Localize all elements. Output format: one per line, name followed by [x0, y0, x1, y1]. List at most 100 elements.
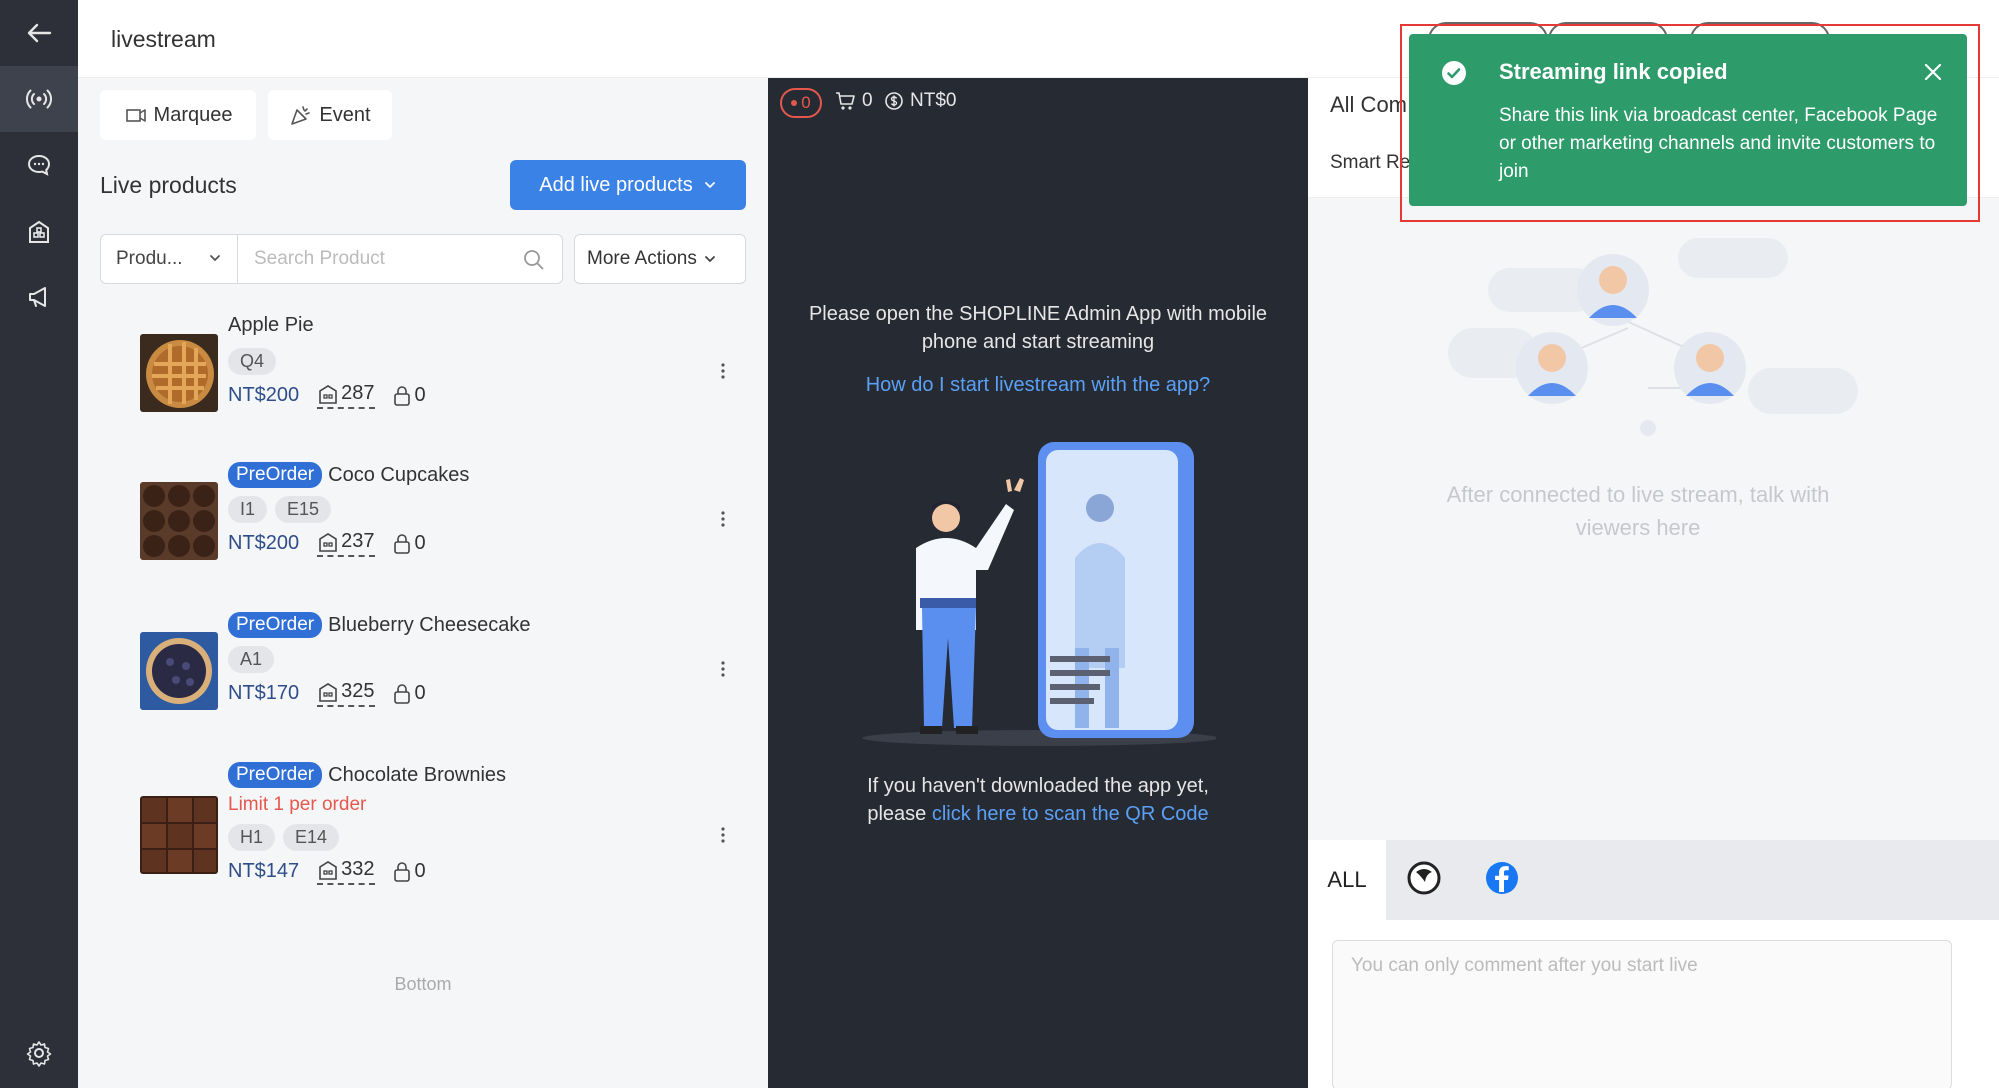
product-price: NT$200: [228, 532, 300, 554]
product-name: PreOrder Blueberry Cheesecake: [228, 612, 530, 638]
product-tags: A1: [228, 646, 275, 673]
dollar-circle-icon: [885, 92, 903, 110]
phone-streaming-illustration: [862, 442, 1216, 746]
download-hint-line2: please click here to scan the QR Code: [768, 800, 1308, 828]
product-stock[interactable]: 325: [317, 680, 375, 707]
scan-qr-link[interactable]: click here to scan the QR Code: [932, 803, 1209, 825]
product-price: NT$170: [228, 682, 300, 704]
lock-icon: [393, 861, 410, 882]
gear-icon: [26, 1041, 52, 1067]
event-label: Event: [319, 103, 371, 126]
cart-count: 0: [862, 90, 873, 111]
download-hint: If you haven't downloaded the app yet, p…: [768, 772, 1308, 828]
product-stock[interactable]: 237: [317, 530, 375, 557]
download-hint-prefix: please: [867, 803, 927, 825]
product-stats: NT$200 287 0: [228, 382, 426, 409]
stock-boxes-icon: [319, 860, 337, 880]
download-hint-text: If you haven't downloaded the app yet,: [867, 775, 1209, 797]
smart-reply-tab[interactable]: Smart Re: [1330, 152, 1410, 174]
rail-item-marketing[interactable]: [0, 264, 78, 330]
megaphone-icon: [29, 287, 46, 307]
product-stock[interactable]: 332: [317, 858, 375, 885]
live-products-panel: Marquee Event Live products Add live pro…: [78, 78, 768, 1088]
stream-instructions: Please open the SHOPLINE Admin App with …: [808, 303, 1268, 353]
product-tags: H1 E14: [228, 824, 340, 851]
add-live-products-label: Add live products: [539, 173, 693, 196]
product-stock-count: 287: [341, 382, 375, 404]
kebab-menu-icon[interactable]: [720, 660, 726, 678]
list-bottom-text: Bottom: [394, 974, 452, 994]
help-link[interactable]: How do I start livestream with the app?: [768, 374, 1308, 397]
product-tag: E15: [275, 496, 332, 523]
kebab-menu-icon[interactable]: [720, 362, 726, 380]
comment-input[interactable]: You can only comment after you start liv…: [1332, 940, 1952, 1088]
product-thumbnail-apple-pie: [140, 334, 218, 412]
marquee-button[interactable]: Marquee: [100, 90, 256, 140]
section-title: Live products: [100, 172, 237, 198]
close-icon[interactable]: [1921, 60, 1945, 84]
product-tags: Q4: [228, 348, 277, 375]
all-comments-tab[interactable]: All Com: [1330, 92, 1407, 118]
product-name-text: Blueberry Cheesecake: [328, 613, 531, 636]
product-locked: 0: [393, 682, 426, 705]
cart-stat: 0: [834, 90, 873, 112]
rail-item-messages[interactable]: [0, 132, 78, 198]
shopline-icon[interactable]: [1404, 858, 1444, 898]
product-locked-count: 0: [414, 682, 426, 704]
more-actions-button[interactable]: More Actions: [574, 234, 746, 284]
preorder-badge: PreOrder: [228, 612, 323, 638]
search-icon: [524, 250, 544, 270]
product-thumbnail-coco-cupcakes: [140, 482, 218, 560]
back-button[interactable]: [0, 0, 78, 66]
live-dot-icon: [791, 100, 798, 106]
search-placeholder: Search Product: [254, 248, 385, 269]
rail-item-products[interactable]: [0, 198, 78, 264]
comment-placeholder: You can only comment after you start liv…: [1351, 955, 1698, 976]
chevron-down-icon: [704, 256, 715, 263]
comment-composer: You can only comment after you start liv…: [1308, 920, 1999, 1088]
tab-all[interactable]: ALL: [1308, 840, 1386, 920]
facebook-icon[interactable]: [1482, 858, 1522, 898]
stream-preview-panel: 0 0 NT$0 Please open the SHOPLINE Admin …: [768, 78, 1308, 1088]
tab-all-label: ALL: [1327, 867, 1367, 892]
kebab-menu-icon[interactable]: [720, 510, 726, 528]
product-name: PreOrder Chocolate Brownies: [228, 762, 506, 788]
product-name-text: Coco Cupcakes: [328, 463, 470, 486]
product-stock[interactable]: 287: [317, 382, 375, 409]
stock-boxes-icon: [319, 682, 337, 702]
lock-icon: [393, 385, 410, 406]
add-live-products-button[interactable]: Add live products: [510, 160, 746, 210]
boxes-icon: [29, 220, 49, 243]
product-price: NT$200: [228, 384, 300, 406]
rail-item-livestream[interactable]: [0, 66, 78, 132]
product-tag: Q4: [228, 348, 277, 375]
product-tag: H1: [228, 824, 276, 851]
product-locked: 0: [393, 860, 426, 883]
sales-amount: NT$0: [910, 90, 957, 111]
product-tag: E14: [283, 824, 340, 851]
product-locked: 0: [393, 384, 426, 407]
product-locked: 0: [393, 532, 426, 555]
purchase-limit-text: Limit 1 per order: [228, 794, 367, 815]
settings-button[interactable]: [0, 1020, 78, 1086]
product-tag: A1: [228, 646, 275, 673]
live-viewer-count: 0: [801, 93, 811, 112]
product-locked-count: 0: [414, 532, 426, 554]
product-filter-select[interactable]: Produ...: [100, 234, 238, 284]
preorder-badge: PreOrder: [228, 462, 323, 488]
search-input[interactable]: Search Product: [237, 234, 563, 284]
party-popper-icon: [291, 106, 311, 125]
sales-stat: NT$0: [884, 90, 956, 112]
product-stock-count: 237: [341, 530, 375, 552]
kebab-menu-icon[interactable]: [720, 826, 726, 844]
empty-comments-text: After connected to live stream, talk wit…: [1446, 482, 1830, 540]
more-actions-label: More Actions: [587, 248, 697, 269]
comments-panel: All Com Smart Re After connected to live…: [1308, 78, 1999, 1088]
chevron-down-icon: [210, 255, 220, 262]
marquee-label: Marquee: [153, 103, 233, 126]
comment-source-tabs: ALL: [1308, 840, 1999, 920]
live-viewer-badge: 0: [780, 88, 822, 118]
event-button[interactable]: Event: [268, 90, 392, 140]
product-thumbnail-blueberry-cheesecake: [140, 632, 218, 710]
toast-message: Share this link via broadcast center, Fa…: [1499, 105, 1938, 182]
